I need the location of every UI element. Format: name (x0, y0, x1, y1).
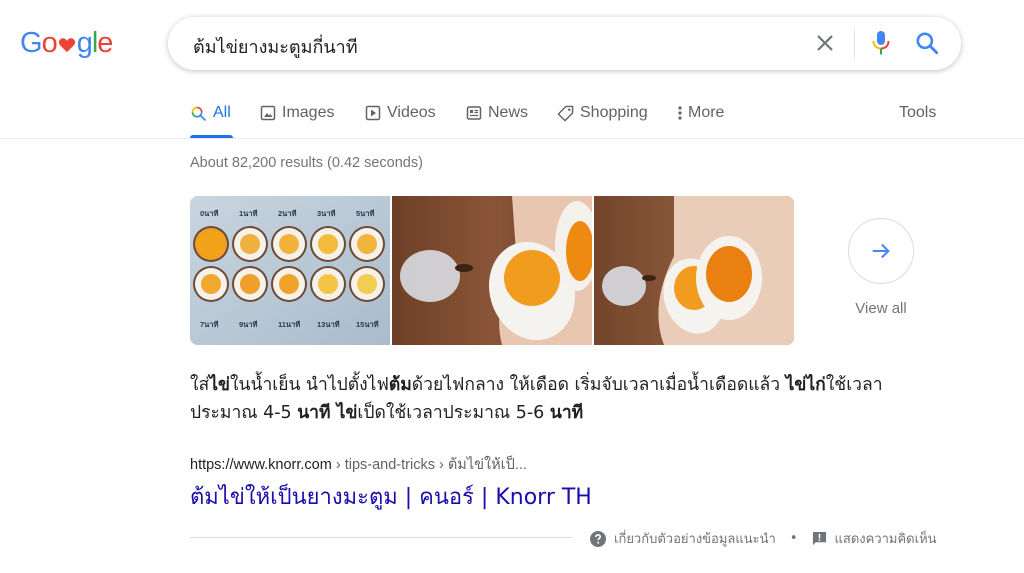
egg-yolk (318, 274, 338, 294)
snippet-bold-text: ไข่ (209, 375, 230, 395)
image-thumbnail-egg-halves-1[interactable] (392, 196, 592, 345)
result-title-link[interactable]: ต้มไข่ให้เป็นยางมะตูม | คนอร์ | Knorr TH (190, 479, 592, 514)
egg-time-label: 3นาที (317, 209, 336, 218)
egg-yolk (198, 231, 224, 257)
egg-time-label: 9นาที (239, 320, 258, 329)
egg-time-label: 11นาที (278, 320, 300, 329)
egg-yolk (279, 274, 299, 294)
feedback-link[interactable]: แสดงความคิดเห็น (835, 528, 937, 549)
snippet-text: ในน้ำเย็น นำไปตั้งไฟ (230, 375, 389, 395)
tabs-divider (0, 138, 1024, 139)
view-all-button[interactable]: View all (848, 218, 915, 317)
result-url-domain: https://www.knorr.com (190, 457, 332, 473)
egg-time-label: 15นาที (356, 320, 379, 329)
egg-yolk (357, 274, 377, 294)
egg-time-label: 1นาที (239, 209, 258, 218)
search-box[interactable]: ต้มไข่ยางมะตูมกี่นาที (168, 17, 961, 70)
snippet-feedback-bar: เกี่ยวกับตัวอย่างข้อมูลแนะนำ • แสดงความค… (590, 528, 937, 549)
egg-chart-image: 0นาที 1นาที 2นาที 3นาที 5นาที 7นาที 9นาที 11นาท… (190, 196, 390, 345)
egg-yolk (240, 274, 260, 294)
image-icon (260, 105, 276, 121)
help-icon[interactable] (590, 530, 606, 547)
tab-all-label: All (213, 104, 231, 121)
close-icon[interactable] (813, 31, 837, 55)
feedback-icon[interactable] (812, 531, 827, 546)
search-icon[interactable] (914, 30, 940, 56)
logo-letter-o: o (41, 27, 58, 59)
tab-images-label: Images (282, 104, 335, 121)
arrow-right-icon (872, 243, 890, 259)
egg-yolk (279, 234, 299, 254)
snippet-bold-text: นาที (549, 403, 584, 423)
separator-dot: • (789, 531, 798, 546)
tab-more[interactable]: More (676, 104, 724, 122)
logo-letter-g: G (20, 27, 43, 59)
snippet-bold-text: นาที ไข่ (297, 403, 358, 423)
about-featured-snippets-link[interactable]: เกี่ยวกับตัวอย่างข้อมูลแนะนำ (614, 528, 776, 549)
tab-more-label: More (688, 104, 725, 121)
snippet-divider (190, 537, 573, 538)
tab-shopping-label: Shopping (580, 104, 648, 121)
search-input[interactable]: ต้มไข่ยางมะตูมกี่นาที (193, 32, 358, 61)
boiled-egg-image (392, 196, 592, 345)
image-strip: 0นาที 1นาที 2นาที 3นาที 5นาที 7นาที 9นาที 11นาท… (190, 196, 794, 345)
tag-icon (557, 105, 574, 121)
egg-yolk (357, 234, 377, 254)
egg-time-label: 0นาที (200, 209, 219, 218)
egg-time-label: 13นาที (317, 320, 340, 329)
tab-videos[interactable]: Videos (365, 104, 436, 122)
egg-time-label: 7นาที (200, 320, 219, 329)
microphone-icon[interactable] (869, 30, 893, 56)
image-thumbnail-egg-chart[interactable]: 0นาที 1นาที 2นาที 3นาที 5นาที 7นาที 9นาที 11นาท… (190, 196, 390, 345)
view-all-label: View all (855, 300, 907, 317)
heart-icon (58, 38, 75, 53)
result-stats: About 82,200 results (0.42 seconds) (190, 155, 423, 171)
snippet-bold-text: ไข่ไก่ (785, 375, 826, 395)
egg-yolk (318, 234, 338, 254)
egg-yolk (201, 274, 221, 294)
logo-letter-g2: g (76, 27, 93, 59)
more-vert-icon (678, 106, 682, 120)
image-thumbnail-egg-halves-2[interactable] (594, 196, 794, 345)
egg-time-label: 2นาที (278, 209, 297, 218)
news-icon (466, 106, 482, 120)
tab-news[interactable]: News (466, 104, 528, 122)
tab-images[interactable]: Images (260, 104, 334, 122)
tab-all[interactable]: All (190, 104, 231, 122)
egg-time-label: 5นาที (356, 209, 375, 218)
logo-letter-e: e (97, 27, 113, 59)
search-divider (854, 29, 855, 59)
tools-button[interactable]: Tools (899, 104, 936, 122)
tab-videos-label: Videos (387, 104, 436, 121)
search-icon (191, 106, 206, 121)
boiled-egg-image (594, 196, 794, 345)
snippet-text: ใส่ (190, 375, 210, 395)
egg-yolk (240, 234, 260, 254)
snippet-bold-text: ต้ม (388, 375, 412, 395)
snippet-text: ด้วยไฟกลาง ให้เดือด เริ่มจับเวลาเมื่อน้ำ… (411, 375, 786, 395)
tab-news-label: News (488, 104, 529, 121)
result-url-path: › tips-and-tricks › ต้มไข่ให้เป็... (331, 457, 527, 473)
view-all-circle[interactable] (848, 218, 914, 284)
snippet-text: เป็ดใช้เวลาประมาณ 5-6 (357, 403, 550, 423)
play-icon (365, 105, 381, 121)
featured-snippet-text: ใส่ไข่ในน้ำเย็น นำไปตั้งไฟต้มด้วยไฟกลาง … (190, 371, 950, 427)
result-url[interactable]: https://www.knorr.com › tips-and-tricks … (190, 453, 527, 476)
tab-shopping[interactable]: Shopping (557, 104, 648, 122)
google-logo[interactable]: Go gle (20, 27, 113, 60)
